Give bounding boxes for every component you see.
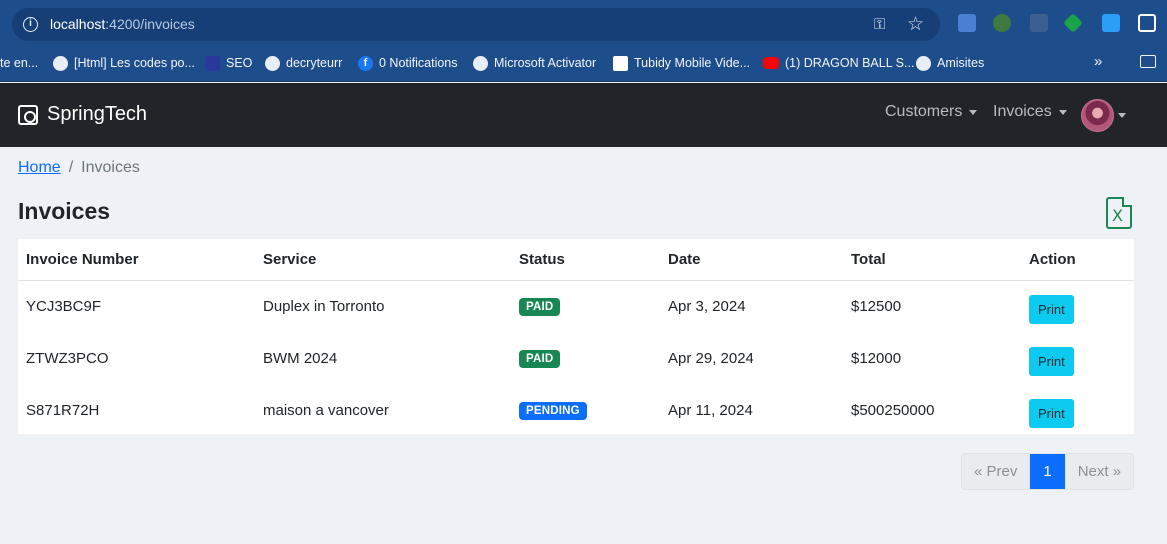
- export-excel-icon[interactable]: X: [1106, 197, 1132, 229]
- invoice-date: Apr 29, 2024: [668, 349, 754, 367]
- globe-icon: [53, 55, 68, 71]
- status-cell: PENDING: [511, 384, 660, 436]
- invoice-date: Apr 11, 2024: [668, 401, 753, 419]
- bookmarks-overflow-icon[interactable]: »: [1094, 53, 1102, 70]
- invoice-total: $12000: [851, 349, 902, 367]
- bookmark-item[interactable]: decryteurr: [265, 54, 342, 72]
- invoice-service: maison a vancover: [263, 401, 389, 419]
- nav-customers-dropdown[interactable]: Customers: [885, 103, 978, 121]
- safe-icon: [18, 104, 38, 125]
- bookmark-item[interactable]: [Html] Les codes po...: [53, 54, 195, 72]
- caret-down-icon: [1058, 109, 1067, 115]
- translate-extension-icon[interactable]: [958, 14, 976, 32]
- bookmarks-bar: te en... [Html] Les codes po... SEO decr…: [0, 46, 1167, 82]
- breadcrumb-separator: /: [68, 159, 74, 176]
- table-header-row: Invoice Number Service Status Date Total…: [18, 239, 1134, 281]
- folder-icon[interactable]: [1140, 55, 1156, 68]
- youtube-icon: [763, 57, 779, 69]
- breadcrumb-current: Invoices: [81, 159, 140, 176]
- nav-invoices-label: Invoices: [993, 103, 1052, 120]
- header-status: Status: [511, 239, 660, 281]
- facebook-icon: f: [358, 55, 373, 71]
- password-key-icon[interactable]: ⚿: [874, 16, 885, 33]
- globe-icon: [265, 55, 280, 71]
- green-extension-icon[interactable]: [1063, 13, 1083, 33]
- status-cell: PAID: [511, 332, 660, 384]
- invoice-number: ZTWZ3PCO: [26, 349, 109, 367]
- extensions-puzzle-icon[interactable]: [1138, 14, 1156, 32]
- breadcrumb-home-link[interactable]: Home: [18, 159, 61, 177]
- seo-icon: [205, 55, 220, 71]
- bookmark-item[interactable]: Microsoft Activator: [473, 54, 596, 72]
- nav-invoices-dropdown[interactable]: Invoices: [993, 103, 1067, 121]
- invoice-number: YCJ3BC9F: [26, 297, 102, 315]
- bookmark-star-icon[interactable]: ☆: [907, 13, 924, 36]
- invoice-total: $500250000: [851, 401, 935, 419]
- pagination-prev[interactable]: « Prev: [962, 454, 1031, 489]
- app-navbar: SpringTech Customers Invoices: [0, 83, 1167, 147]
- action-cell: Print: [1021, 384, 1134, 436]
- table-row: ZTWZ3PCO BWM 2024 PAID Apr 29, 2024 $120…: [18, 332, 1134, 384]
- action-cell: Print: [1021, 332, 1134, 384]
- breadcrumb: Home / Invoices: [18, 159, 140, 177]
- brand-link[interactable]: SpringTech: [18, 103, 147, 126]
- url-text[interactable]: localhost:4200/invoices: [50, 16, 195, 32]
- invoice-service: Duplex in Torronto: [263, 297, 385, 315]
- invoice-number: S871R72H: [26, 401, 100, 419]
- user-avatar[interactable]: [1081, 99, 1114, 132]
- browser-toolbar: i localhost:4200/invoices ⚿ ☆: [0, 0, 1167, 46]
- header-service: Service: [255, 239, 511, 281]
- globe-icon: [916, 55, 931, 71]
- bookmark-item[interactable]: Amisites: [916, 54, 984, 72]
- excel-icon-glyph: X: [1112, 206, 1123, 225]
- invoice-service: BWM 2024: [263, 349, 338, 367]
- page-title: Invoices: [18, 198, 111, 224]
- table-row: YCJ3BC9F Duplex in Torronto PAID Apr 3, …: [18, 280, 1134, 332]
- header-date: Date: [660, 239, 843, 281]
- status-badge: PAID: [519, 349, 561, 368]
- invoice-total: $12500: [851, 297, 902, 315]
- pagination: « Prev 1 Next »: [961, 453, 1135, 490]
- header-invoice-number: Invoice Number: [18, 239, 255, 281]
- print-button[interactable]: Print: [1029, 346, 1074, 376]
- tubidy-icon: [613, 55, 628, 71]
- print-button[interactable]: Print: [1029, 294, 1074, 324]
- bookmark-item[interactable]: (1) DRAGON BALL S...: [763, 54, 914, 72]
- globe-icon: [473, 55, 488, 71]
- bookmark-item[interactable]: te en...: [0, 54, 38, 72]
- caret-down-icon: [969, 109, 978, 115]
- brand-name: SpringTech: [47, 103, 148, 125]
- download-icon[interactable]: [1102, 14, 1120, 32]
- pagination-page-1[interactable]: 1: [1030, 454, 1065, 489]
- status-badge: PENDING: [519, 401, 587, 420]
- bookmark-item[interactable]: f0 Notifications: [358, 54, 458, 72]
- invoices-table: Invoice Number Service Status Date Total…: [18, 239, 1134, 434]
- table-row: S871R72H maison a vancover PENDING Apr 1…: [18, 384, 1134, 436]
- address-bar[interactable]: i localhost:4200/invoices ⚿ ☆: [12, 8, 940, 41]
- avatar-caret-icon[interactable]: [1118, 113, 1126, 118]
- nav-customers-label: Customers: [885, 103, 963, 120]
- action-cell: Print: [1021, 280, 1134, 332]
- bookmark-item[interactable]: Tubidy Mobile Vide...: [613, 54, 750, 72]
- copy-extension-icon[interactable]: [1030, 14, 1048, 32]
- bookmark-item[interactable]: SEO: [205, 54, 252, 72]
- pagination-next[interactable]: Next »: [1064, 454, 1134, 489]
- status-cell: PAID: [511, 280, 660, 332]
- globe-extension-icon[interactable]: [993, 14, 1011, 32]
- header-action: Action: [1021, 239, 1134, 281]
- header-total: Total: [843, 239, 1021, 281]
- site-info-icon[interactable]: i: [23, 17, 38, 32]
- invoice-date: Apr 3, 2024: [668, 297, 746, 315]
- status-badge: PAID: [519, 297, 561, 316]
- print-button[interactable]: Print: [1029, 398, 1074, 428]
